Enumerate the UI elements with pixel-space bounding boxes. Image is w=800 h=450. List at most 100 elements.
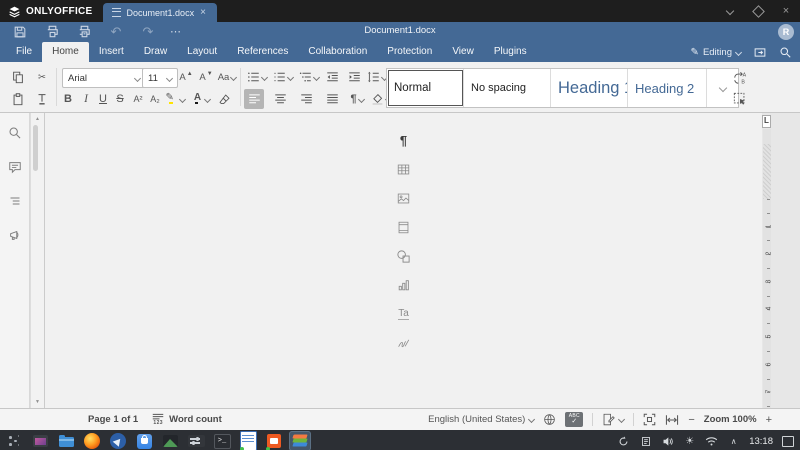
table-settings-button[interactable] bbox=[394, 160, 414, 178]
clock[interactable]: 13:18 bbox=[749, 436, 773, 447]
zoom-level-indicator[interactable]: Zoom 100% bbox=[704, 414, 757, 425]
zoom-in-button[interactable]: + bbox=[766, 414, 772, 426]
style-normal[interactable]: Normal bbox=[387, 69, 464, 107]
word-count-button[interactable]: 123 Word count bbox=[152, 413, 222, 426]
search-panel-button[interactable] bbox=[5, 123, 25, 143]
taskbar-app-launcher-icon[interactable] bbox=[3, 431, 25, 450]
style-heading2[interactable]: Heading 2 bbox=[628, 69, 707, 107]
customize-quick-access-button[interactable]: ⋯ bbox=[170, 25, 182, 38]
nonprinting-characters-button[interactable]: ¶ bbox=[344, 89, 370, 109]
vertical-ruler[interactable]: 1234567 bbox=[762, 129, 775, 408]
notes-icon[interactable] bbox=[639, 434, 652, 448]
font-color-button[interactable]: A bbox=[188, 89, 214, 109]
window-close-button[interactable]: × bbox=[780, 5, 792, 17]
scrollbar-thumb[interactable] bbox=[32, 125, 38, 171]
feedback-support-button[interactable] bbox=[5, 225, 25, 245]
taskbar-onlyoffice-editors-icon[interactable] bbox=[289, 431, 311, 450]
bold-button[interactable]: B bbox=[58, 89, 78, 109]
open-file-location-button[interactable] bbox=[753, 46, 767, 59]
redo-button[interactable]: ↷ bbox=[135, 23, 161, 40]
volume-icon[interactable] bbox=[661, 434, 674, 448]
tab-menu-icon[interactable] bbox=[111, 8, 121, 17]
numbering-button[interactable] bbox=[270, 67, 296, 87]
window-maximize-button[interactable] bbox=[751, 4, 765, 18]
tab-collaboration[interactable]: Collaboration bbox=[298, 42, 377, 62]
page-number-indicator[interactable]: Page 1 of 1 bbox=[88, 414, 138, 425]
bullets-button[interactable] bbox=[244, 67, 270, 87]
spell-check-toggle[interactable]: ABC ✓ bbox=[565, 412, 584, 427]
zoom-out-button[interactable]: − bbox=[688, 414, 694, 426]
taskbar-image-viewer-icon[interactable] bbox=[159, 431, 181, 450]
paragraph-settings-button[interactable]: ¶ bbox=[394, 131, 414, 149]
taskbar-firefox-icon[interactable] bbox=[81, 431, 103, 450]
paste-button[interactable] bbox=[8, 89, 28, 109]
brightness-icon[interactable]: ☀ bbox=[683, 434, 696, 448]
tray-expand-chevron-icon[interactable]: ∧ bbox=[727, 434, 740, 448]
tab-file[interactable]: File bbox=[6, 42, 42, 62]
taskbar-writer-icon[interactable] bbox=[237, 431, 259, 450]
navigation-headings-button[interactable] bbox=[5, 191, 25, 211]
sync-icon[interactable] bbox=[617, 434, 630, 448]
cut-button[interactable]: ✂ bbox=[32, 67, 52, 87]
undo-button[interactable]: ↶ bbox=[103, 23, 129, 40]
clear-style-button[interactable] bbox=[214, 89, 234, 109]
fit-page-button[interactable] bbox=[643, 413, 656, 426]
document-language-button[interactable]: English (United States) bbox=[428, 414, 536, 425]
show-desktop-button[interactable] bbox=[782, 435, 794, 447]
increase-indent-button[interactable] bbox=[344, 67, 364, 87]
copy-style-button[interactable] bbox=[32, 89, 52, 109]
align-left-button[interactable] bbox=[244, 89, 264, 109]
tab-protection[interactable]: Protection bbox=[377, 42, 442, 62]
strikethrough-button[interactable]: S bbox=[110, 89, 130, 109]
align-justify-button[interactable] bbox=[322, 89, 342, 109]
quick-print-button[interactable] bbox=[71, 23, 97, 40]
set-language-globe-icon[interactable] bbox=[543, 413, 556, 426]
document-viewport[interactable] bbox=[771, 129, 800, 408]
font-size-select[interactable]: 11 bbox=[142, 68, 178, 88]
comments-panel-button[interactable] bbox=[5, 157, 25, 177]
font-name-select[interactable]: Arial bbox=[62, 68, 146, 88]
find-replace-button[interactable]: AB bbox=[730, 68, 750, 88]
copy-button[interactable] bbox=[8, 67, 28, 87]
tab-layout[interactable]: Layout bbox=[177, 42, 227, 62]
change-case-button[interactable]: Aa bbox=[214, 67, 240, 87]
wifi-icon[interactable] bbox=[705, 434, 718, 448]
taskbar-presentation-icon[interactable] bbox=[263, 431, 285, 450]
search-button[interactable] bbox=[779, 46, 792, 59]
shape-settings-button[interactable] bbox=[394, 247, 414, 265]
taskbar-screenshot-tool-icon[interactable] bbox=[29, 431, 51, 450]
save-button[interactable] bbox=[7, 23, 33, 40]
scroll-up-arrow[interactable]: ▲ bbox=[31, 115, 44, 123]
tab-insert[interactable]: Insert bbox=[89, 42, 134, 62]
print-button[interactable] bbox=[39, 23, 65, 40]
chart-settings-button[interactable] bbox=[394, 276, 414, 294]
image-settings-button[interactable] bbox=[394, 189, 414, 207]
tab-references[interactable]: References bbox=[227, 42, 298, 62]
increment-font-size-button[interactable]: A ▲ bbox=[176, 67, 196, 87]
window-minimize-button[interactable] bbox=[724, 5, 736, 17]
text-art-settings-button[interactable]: Ta bbox=[394, 305, 414, 323]
taskbar-maps-icon[interactable] bbox=[107, 431, 129, 450]
tab-plugins[interactable]: Plugins bbox=[484, 42, 537, 62]
align-center-button[interactable] bbox=[270, 89, 290, 109]
style-heading1[interactable]: Heading 1 bbox=[551, 69, 628, 107]
highlight-color-button[interactable]: ✎ bbox=[162, 89, 188, 109]
document-tab[interactable]: Document1.docx × bbox=[102, 3, 217, 22]
multilevel-list-button[interactable] bbox=[296, 67, 322, 87]
fit-width-button[interactable] bbox=[665, 414, 679, 426]
tab-home[interactable]: Home bbox=[42, 42, 89, 62]
tabstop-selector[interactable]: L bbox=[762, 113, 771, 129]
style-no-spacing[interactable]: No spacing bbox=[464, 69, 551, 107]
tab-close-icon[interactable]: × bbox=[200, 7, 206, 18]
avatar[interactable]: R bbox=[778, 24, 794, 40]
decrement-font-size-button[interactable]: A ▼ bbox=[196, 67, 216, 87]
scroll-down-arrow[interactable]: ▼ bbox=[31, 398, 44, 406]
taskbar-file-manager-icon[interactable] bbox=[55, 431, 77, 450]
taskbar-settings-icon[interactable] bbox=[185, 431, 207, 450]
select-all-button[interactable] bbox=[730, 89, 750, 109]
headers-footers-settings-button[interactable] bbox=[394, 218, 414, 236]
decrease-indent-button[interactable] bbox=[322, 67, 342, 87]
align-right-button[interactable] bbox=[296, 89, 316, 109]
editing-mode-button[interactable]: ✎ Editing bbox=[691, 47, 743, 58]
tab-draw[interactable]: Draw bbox=[134, 42, 177, 62]
